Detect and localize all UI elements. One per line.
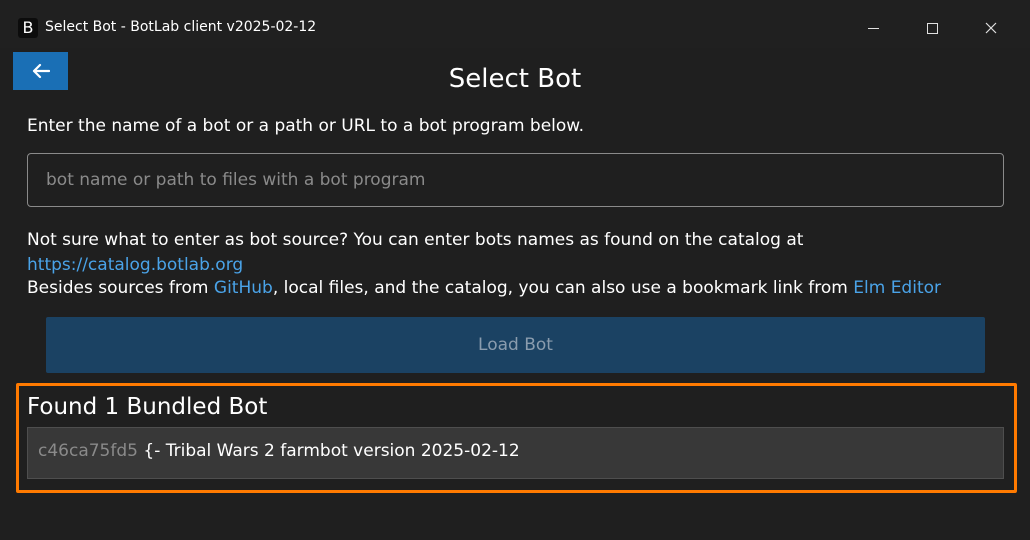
catalog-link[interactable]: https://catalog.botlab.org bbox=[27, 255, 243, 275]
app-logo-icon: B bbox=[18, 18, 38, 38]
load-bot-button[interactable]: Load Bot bbox=[46, 317, 985, 373]
hint-prefix: Besides sources from bbox=[27, 278, 214, 298]
github-link[interactable]: GitHub bbox=[214, 278, 273, 298]
minimize-button[interactable] bbox=[851, 12, 895, 44]
maximize-button[interactable] bbox=[910, 12, 954, 44]
bot-hash: c46ca75fd5 bbox=[38, 441, 138, 461]
minimize-icon bbox=[867, 27, 879, 29]
maximize-icon bbox=[926, 22, 938, 34]
hint-text-sources: Besides sources from GitHub, local files… bbox=[27, 278, 941, 298]
page-title: Select Bot bbox=[448, 64, 582, 94]
hint-middle: , local files, and the catalog, you can … bbox=[272, 278, 854, 298]
bundled-bots-heading: Found 1 Bundled Bot bbox=[27, 394, 268, 420]
elm-editor-link[interactable]: Elm Editor bbox=[853, 278, 941, 298]
close-icon bbox=[985, 22, 997, 34]
hint-text-catalog: Not sure what to enter as bot source? Yo… bbox=[27, 230, 804, 250]
window-title: Select Bot - BotLab client v2025-02-12 bbox=[45, 19, 317, 35]
app-window: B Select Bot - BotLab client v2025-02-12… bbox=[0, 0, 1030, 540]
instructions-text: Enter the name of a bot or a path or URL… bbox=[27, 116, 585, 136]
close-button[interactable] bbox=[969, 12, 1013, 44]
bot-description: {- Tribal Wars 2 farmbot version 2025-02… bbox=[143, 441, 520, 461]
bundled-bot-item[interactable]: c46ca75fd5 {- Tribal Wars 2 farmbot vers… bbox=[27, 427, 1004, 479]
title-bar[interactable]: B Select Bot - BotLab client v2025-02-12 bbox=[0, 0, 1030, 48]
bot-source-input[interactable] bbox=[27, 153, 1004, 207]
